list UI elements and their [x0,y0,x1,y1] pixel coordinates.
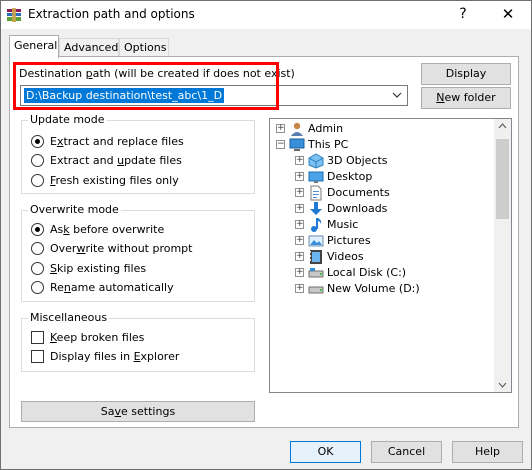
expand-icon[interactable]: + [276,124,285,133]
display-button[interactable]: Display [421,63,511,85]
new-folder-button[interactable]: New folder [421,87,511,109]
button-label: OK [317,445,334,458]
help-title-button[interactable]: ? [440,1,486,29]
computer-icon [289,138,305,151]
window-title: Extraction path and options [28,7,195,21]
button-label: Help [474,445,501,458]
question-icon: ? [459,6,467,22]
group-title: Miscellaneous [28,311,110,324]
tab-general[interactable]: General [9,35,59,58]
group-title: Overwrite mode [28,203,121,216]
videos-icon [310,250,322,264]
tree-item-label: Music [327,218,359,231]
tree-item-label: Documents [327,186,390,199]
checkbox-icon[interactable] [31,350,44,363]
tree-item-label: This PC [308,138,349,151]
radio-icon[interactable] [31,174,44,187]
drive-icon [308,286,324,294]
scrollbar-thumb[interactable] [496,139,509,219]
cancel-button[interactable]: Cancel [371,441,442,463]
expand-icon[interactable]: + [295,156,304,165]
save-settings-button[interactable]: Save settings [21,401,255,422]
close-button[interactable]: ✕ [485,1,531,29]
destination-path-label: Destination path (will be created if doe… [19,67,295,80]
radio-icon[interactable] [31,262,44,275]
expand-icon[interactable]: + [295,172,304,181]
local-disk-icon [308,268,324,278]
tab-label: General [14,39,58,52]
tab-label: Options [124,41,167,54]
tree-item-label: New Volume (D:) [327,282,420,295]
destination-path-combobox[interactable]: D:\Backup destination\test_abc\1_D [20,85,408,106]
radio-selected-icon[interactable] [31,135,44,148]
ok-button[interactable]: OK [290,441,361,463]
3d-objects-icon [308,153,324,169]
expand-icon[interactable]: + [295,220,304,229]
tree-scrollbar[interactable] [494,119,511,392]
destination-path-value[interactable]: D:\Backup destination\test_abc\1_D [24,88,225,103]
collapse-icon[interactable]: − [276,140,285,149]
desktop-icon [308,171,324,183]
pictures-icon [308,235,324,247]
folder-tree[interactable]: + Admin − This PC + 3D Objects + Desktop… [269,118,512,393]
tree-item-label: Local Disk (C:) [327,266,407,279]
title-bar: Extraction path and options ? ✕ [1,1,531,29]
expand-icon[interactable]: + [295,268,304,277]
close-icon: ✕ [501,5,515,23]
dialog-window: Extraction path and options ? ✕ General … [0,0,532,470]
scroll-up-icon[interactable] [498,123,507,129]
update-mode-group: Update mode Extract and replace files Ex… [21,113,255,194]
radio-selected-icon[interactable] [31,223,44,236]
chevron-down-icon[interactable] [390,87,404,104]
tree-item-label: Downloads [327,202,388,215]
tree-item-label: Admin [308,122,344,135]
tree-item-label: Videos [327,250,364,263]
miscellaneous-group: Miscellaneous Keep broken files Display … [21,311,255,372]
expand-icon[interactable]: + [295,284,304,293]
tab-options[interactable]: Options [119,38,169,57]
expand-icon[interactable]: + [295,252,304,261]
button-label: Cancel [387,445,426,458]
radio-icon[interactable] [31,281,44,294]
help-button[interactable]: Help [452,441,523,463]
overwrite-mode-group: Overwrite mode Ask before overwrite Over… [21,203,255,302]
music-icon [311,218,322,232]
radio-icon[interactable] [31,154,44,167]
expand-icon[interactable]: + [295,236,304,245]
button-label: Display [445,67,487,80]
checkbox-icon[interactable] [31,331,44,344]
tree-item-label: 3D Objects [327,154,388,167]
documents-icon [310,185,322,201]
tree-item-label: Desktop [327,170,373,183]
radio-icon[interactable] [31,242,44,255]
tree-item-label: Pictures [327,234,371,247]
tab-label: Advanced [64,41,119,54]
scroll-down-icon[interactable] [498,382,507,388]
winrar-app-icon [7,8,21,22]
downloads-icon [310,202,322,215]
user-icon [291,122,303,136]
tab-advanced[interactable]: Advanced [59,38,119,57]
expand-icon[interactable]: + [295,188,304,197]
expand-icon[interactable]: + [295,204,304,213]
group-title: Update mode [28,113,107,126]
